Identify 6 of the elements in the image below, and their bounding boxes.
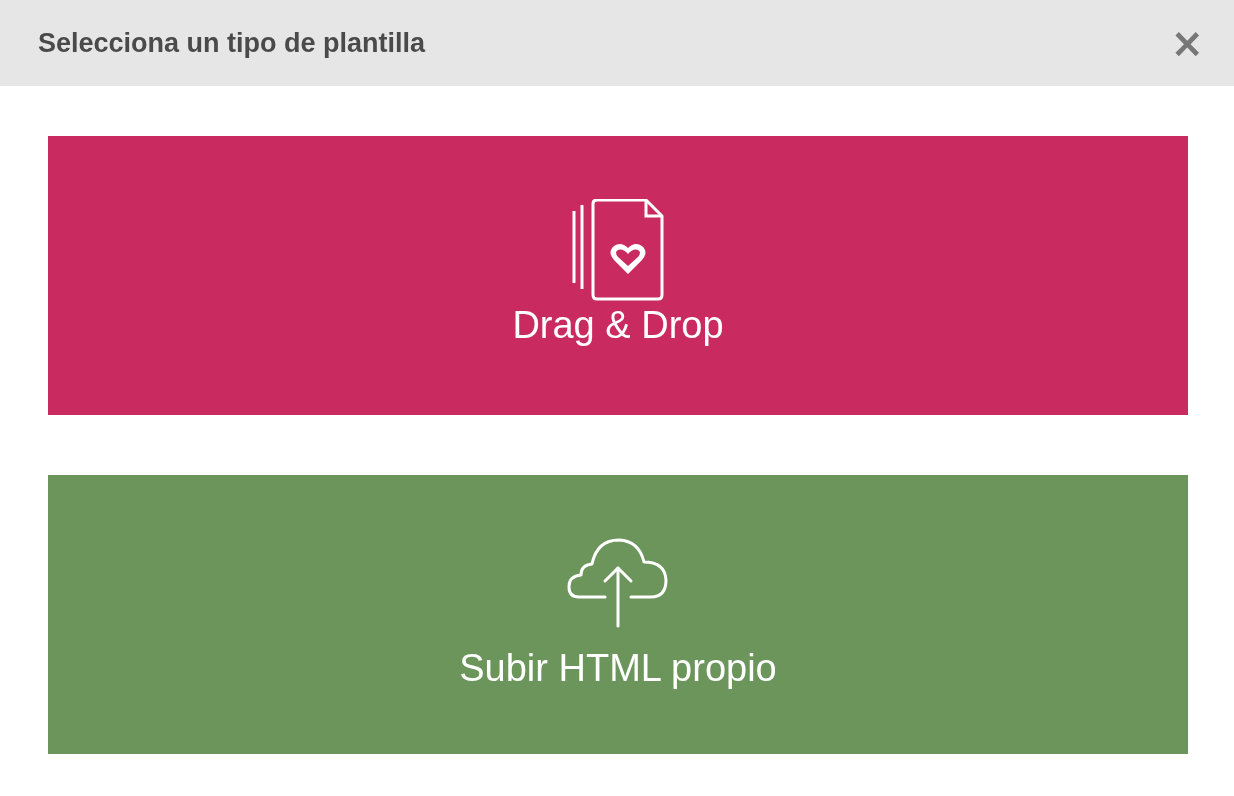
cloud-upload-icon	[567, 537, 669, 628]
document-heart-icon	[571, 198, 665, 301]
dialog-title: Selecciona un tipo de plantilla	[38, 27, 426, 59]
template-option[interactable]: Subir HTML propio	[48, 475, 1188, 754]
template-option[interactable]: Drag & Drop	[48, 136, 1188, 415]
close-button[interactable]: ×	[1164, 23, 1210, 63]
